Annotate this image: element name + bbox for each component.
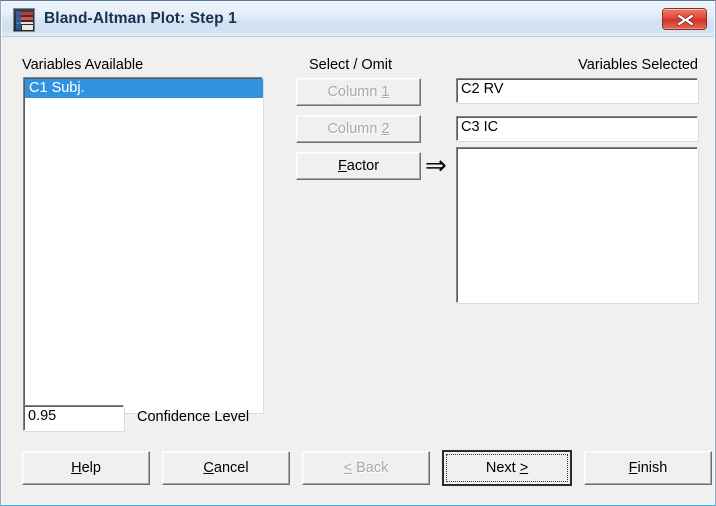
plot-icon [13,8,35,32]
dialog-body: Variables Available C1 Subj. Select / Om… [2,37,714,504]
confidence-level-input[interactable]: 0.95 [23,405,124,431]
column-1-button-label: Column 1 [327,84,390,100]
window-title: Bland-Altman Plot: Step 1 [44,10,237,27]
column-1-accel: 1 [381,84,390,100]
variables-available-list[interactable]: C1 Subj. [23,77,263,413]
factor-button[interactable]: Factor [296,152,421,180]
selected-variable-1[interactable]: C2 RV [456,78,698,103]
close-glyph [676,13,695,27]
column-2-button-label: Column 2 [327,121,390,137]
help-button[interactable]: Help [22,451,150,485]
back-button[interactable]: < Back [302,451,430,485]
next-button-label: Next > [485,460,529,476]
finish-button[interactable]: Finish [584,451,712,485]
cancel-button-label: Cancel [203,460,249,476]
confidence-level-label: Confidence Level [137,409,250,425]
column-2-button[interactable]: Column 2 [296,115,421,143]
dialog-window: Bland-Altman Plot: Step 1 Variables Avai… [0,0,716,506]
column-1-button[interactable]: Column 1 [296,78,421,106]
close-icon[interactable] [662,8,707,30]
next-button[interactable]: Next > [442,450,572,486]
back-button-label: < Back [343,460,389,476]
factor-accel: F [337,158,347,174]
help-accel: H [71,460,82,476]
cancel-button[interactable]: Cancel [162,451,290,485]
selected-variable-2[interactable]: C3 IC [456,116,698,141]
factor-button-label: Factor [337,158,380,174]
select-omit-label: Select / Omit [309,57,392,73]
variables-available-label: Variables Available [22,57,144,73]
selected-variable-2-value[interactable]: C3 IC [461,119,498,135]
title-bar[interactable]: Bland-Altman Plot: Step 1 [2,2,714,37]
transfer-right-arrow-icon: ⇒ [425,151,447,181]
finish-accel: F [628,460,638,476]
variables-selected-list[interactable] [456,147,698,303]
back-accel: < [343,460,353,476]
help-button-label: Help [71,460,101,476]
confidence-level-value[interactable]: 0.95 [28,408,56,424]
finish-button-label: Finish [628,460,668,476]
list-item[interactable]: C1 Subj. [25,79,263,98]
cancel-accel: C [203,460,214,476]
selected-variable-1-value[interactable]: C2 RV [461,81,503,97]
variables-selected-label: Variables Selected [578,57,698,73]
next-accel: > [519,460,529,476]
column-2-accel: 2 [381,121,390,137]
